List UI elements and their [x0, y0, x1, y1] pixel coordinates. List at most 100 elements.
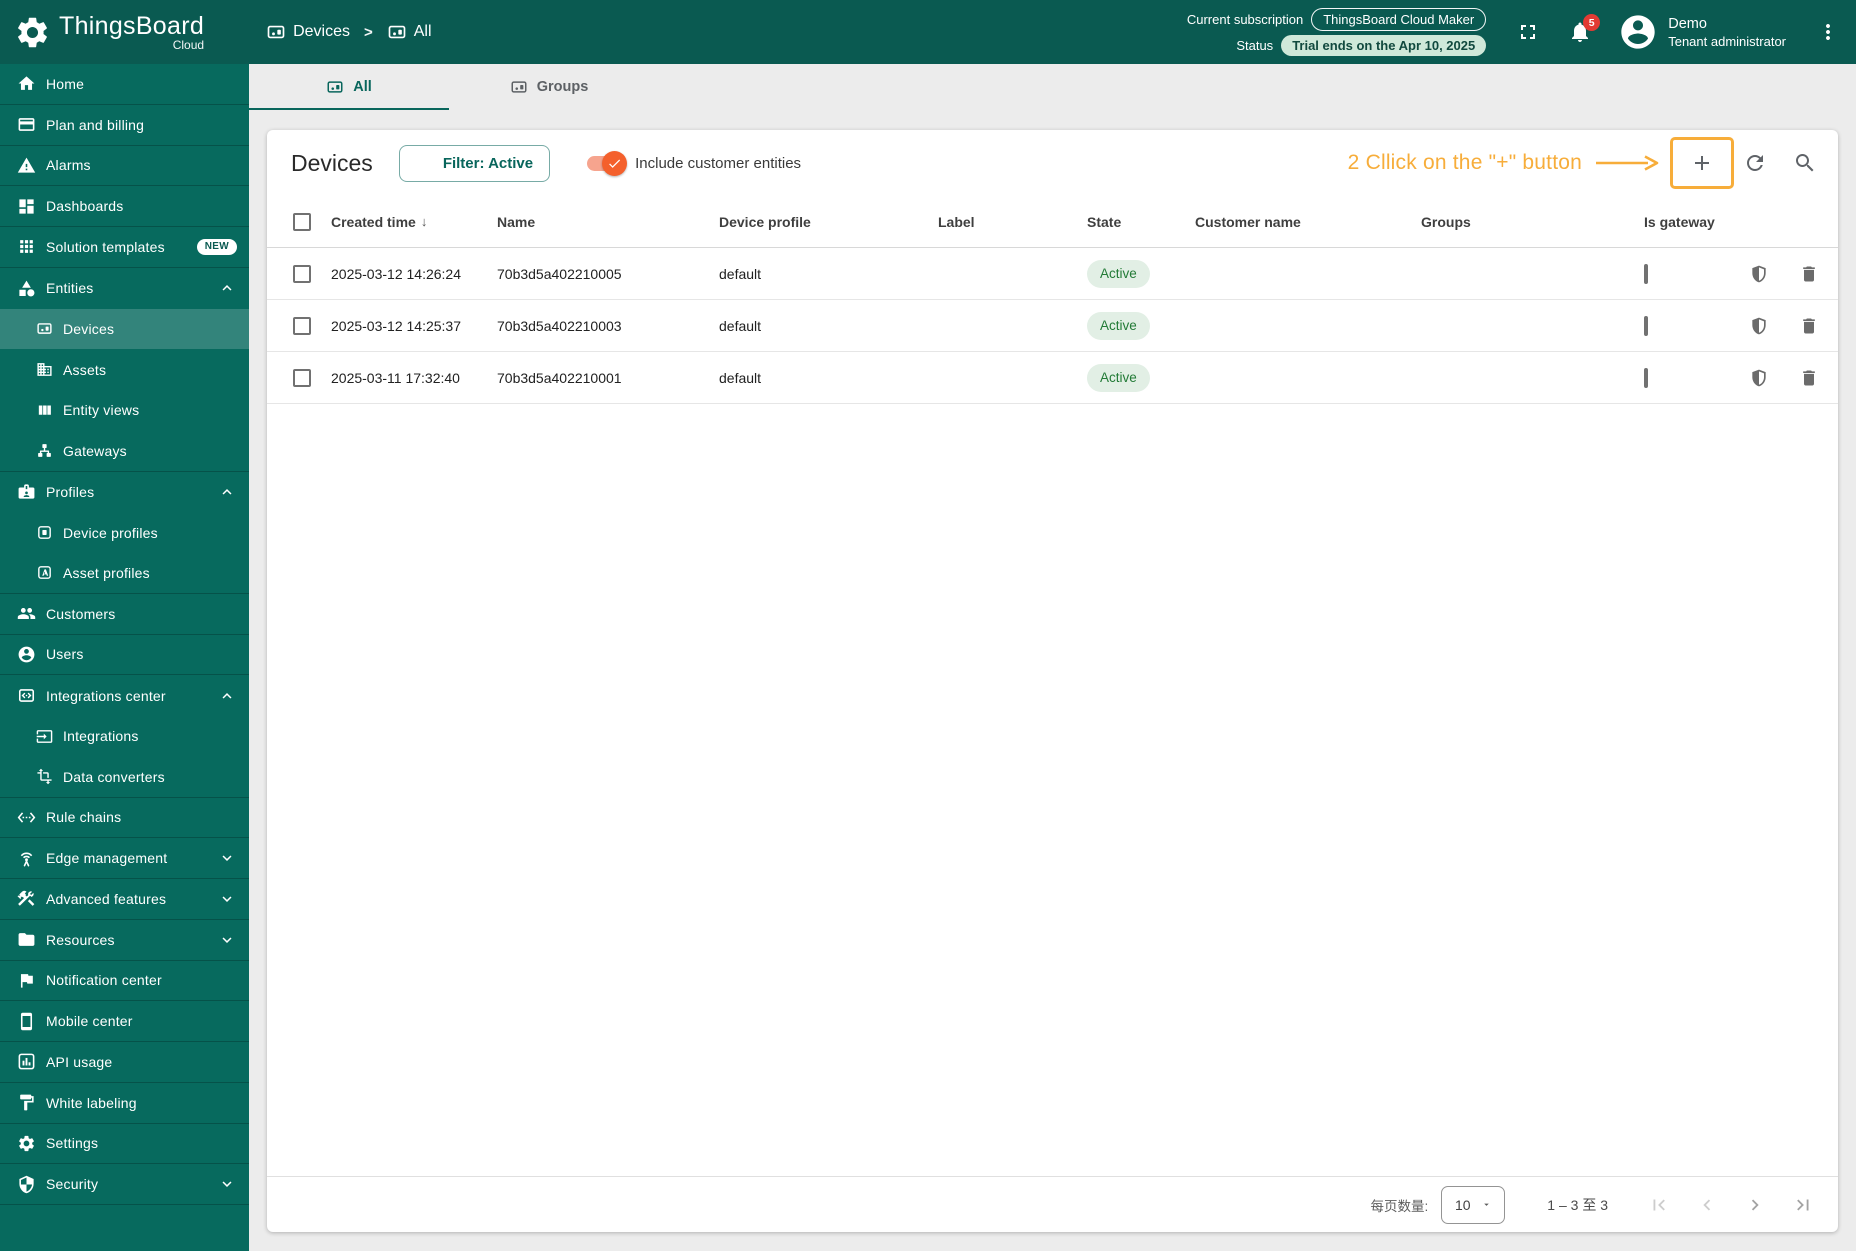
sidebar-item-entity-views[interactable]: Entity views [0, 390, 249, 431]
caret-down-icon [1483, 1203, 1489, 1206]
device-profile-icon [36, 524, 53, 541]
sidebar-item-api-usage[interactable]: API usage [0, 1042, 249, 1083]
last-page-icon[interactable] [1792, 1194, 1814, 1216]
sidebar-item-settings[interactable]: Settings [0, 1124, 249, 1165]
sidebar-item-label: Integrations [63, 728, 139, 745]
sidebar-item-customers[interactable]: Customers [0, 594, 249, 635]
sidebar-item-device-profiles[interactable]: Device profiles [0, 512, 249, 553]
device-row-70b3d5a402210003[interactable]: 2025-03-12 14:25:37 70b3d5a402210003 defau… [267, 300, 1838, 352]
sidebar-item-edge-management[interactable]: Edge management [0, 838, 249, 879]
sidebar-item-devices[interactable]: Devices [0, 308, 249, 350]
filter-button[interactable]: Filter: Active [398, 144, 551, 182]
tab-all[interactable]: All [249, 64, 449, 110]
sidebar-item-integrations-center[interactable]: Integrations center [0, 675, 249, 716]
column-header-customer-name[interactable]: Customer name [1195, 214, 1421, 230]
column-header-label: State [1087, 213, 1122, 230]
sidebar-item-users[interactable]: Users [0, 635, 249, 676]
select-all-checkbox[interactable] [293, 212, 311, 231]
sidebar-item-profiles[interactable]: Profiles [0, 472, 249, 513]
cell-name: 70b3d5a402210001 [497, 369, 622, 386]
sidebar-item-advanced-features[interactable]: Advanced features [0, 879, 249, 920]
sidebar-item-label: Data converters [63, 768, 165, 785]
notifications-bell-icon[interactable]: 5 [1568, 14, 1601, 44]
cell-created-time: 2025-03-12 14:26:24 [331, 265, 461, 282]
main-content: All Groups Devices Filter: Active Include… [249, 64, 1856, 1251]
sidebar-item-label: Customers [46, 605, 116, 622]
cell-name: 70b3d5a402210005 [497, 265, 622, 282]
is-gateway-checkbox[interactable] [1644, 263, 1648, 284]
sidebar-item-integrations[interactable]: Integrations [0, 716, 249, 757]
add-device-button[interactable] [1690, 151, 1714, 175]
tab-groups[interactable]: Groups [449, 64, 649, 110]
sidebar-item-assets[interactable]: Assets [0, 349, 249, 390]
pagination-bar: 每页数量: 10 1 – 3 至 3 [267, 1176, 1838, 1232]
sidebar-item-security[interactable]: Security [0, 1164, 249, 1205]
delete-device-trash-icon[interactable] [1799, 264, 1819, 284]
sidebar-item-asset-profiles[interactable]: Asset profiles [0, 553, 249, 594]
sidebar-item-data-converters[interactable]: Data converters [0, 757, 249, 798]
sidebar-item-plan-and-billing[interactable]: Plan and billing [0, 105, 249, 146]
warning-icon [17, 156, 36, 175]
people-icon [17, 604, 36, 623]
account-icon [17, 645, 36, 664]
is-gateway-checkbox[interactable] [1644, 315, 1648, 336]
row-checkbox[interactable] [293, 368, 311, 387]
column-header-created-time[interactable]: Created time ↓ [331, 214, 497, 230]
row-checkbox[interactable] [293, 316, 311, 335]
next-page-icon[interactable] [1744, 1194, 1766, 1216]
cell-created-time: 2025-03-12 14:25:37 [331, 317, 461, 334]
state-badge: Active [1087, 311, 1150, 340]
sidebar-item-label: Settings [46, 1135, 99, 1152]
thingsboard-logo[interactable]: ThingsBoard Cloud [14, 12, 204, 52]
sidebar-item-white-labeling[interactable]: White labeling [0, 1083, 249, 1124]
sidebar-item-label: Assets [63, 361, 107, 378]
integration-icon [17, 686, 36, 705]
include-customer-entities-toggle[interactable] [587, 150, 628, 176]
more-menu-icon[interactable] [1816, 20, 1840, 44]
previous-page-icon[interactable] [1696, 1194, 1718, 1216]
breadcrumb-devices[interactable]: Devices [293, 23, 350, 41]
gear-icon [17, 1134, 36, 1153]
subscription-chip[interactable]: ThingsBoard Cloud Maker [1311, 8, 1487, 31]
column-header-is-gateway[interactable]: Is gateway [1644, 214, 1749, 230]
sidebar-item-home[interactable]: Home [0, 64, 249, 105]
sidebar-item-alarms[interactable]: Alarms [0, 146, 249, 187]
manage-credentials-shield-icon[interactable] [1749, 316, 1769, 336]
sidebar-item-label: Asset profiles [63, 564, 150, 581]
sidebar-item-label: White labeling [46, 1094, 137, 1111]
column-header-name[interactable]: Name [497, 214, 719, 230]
column-header-label[interactable]: Label [938, 214, 1087, 230]
column-header-groups[interactable]: Groups [1421, 214, 1644, 230]
column-header-device-profile[interactable]: Device profile [719, 214, 938, 230]
sidebar-item-dashboards[interactable]: Dashboards [0, 186, 249, 227]
delete-device-trash-icon[interactable] [1799, 368, 1819, 388]
items-per-page-select[interactable]: 10 [1441, 1185, 1506, 1224]
device-row-70b3d5a402210001[interactable]: 2025-03-11 17:32:40 70b3d5a402210001 defau… [267, 352, 1838, 404]
breadcrumb-all[interactable]: All [414, 23, 432, 41]
user-info[interactable]: Demo Tenant administrator [1668, 16, 1786, 49]
sidebar-item-notification-center[interactable]: Notification center [0, 961, 249, 1002]
manage-credentials-shield-icon[interactable] [1749, 368, 1769, 388]
device-row-70b3d5a402210005[interactable]: 2025-03-12 14:26:24 70b3d5a402210005 defau… [267, 248, 1838, 300]
sidebar-item-rule-chains[interactable]: Rule chains [0, 798, 249, 839]
sidebar-item-resources[interactable]: Resources [0, 920, 249, 961]
sidebar-item-entities[interactable]: Entities [0, 268, 249, 309]
fullscreen-icon[interactable] [1516, 20, 1540, 44]
apps-icon [17, 237, 36, 256]
sidebar-item-label: Gateways [63, 442, 127, 459]
table-header-row: Created time ↓ Name Device profile Label Stat… [267, 196, 1838, 248]
column-header-label: Label [938, 213, 975, 230]
delete-device-trash-icon[interactable] [1799, 316, 1819, 336]
sidebar-item-gateways[interactable]: Gateways [0, 431, 249, 472]
avatar[interactable] [1618, 12, 1658, 52]
columns-icon [36, 402, 53, 419]
row-checkbox[interactable] [293, 264, 311, 283]
search-button[interactable] [1793, 151, 1817, 175]
column-header-state[interactable]: State [1087, 214, 1195, 230]
manage-credentials-shield-icon[interactable] [1749, 264, 1769, 284]
first-page-icon[interactable] [1648, 1194, 1670, 1216]
is-gateway-checkbox[interactable] [1644, 367, 1648, 388]
refresh-button[interactable] [1743, 151, 1767, 175]
sidebar-item-solution-templates[interactable]: Solution templates NEW [0, 227, 249, 268]
sidebar-item-mobile-center[interactable]: Mobile center [0, 1001, 249, 1042]
